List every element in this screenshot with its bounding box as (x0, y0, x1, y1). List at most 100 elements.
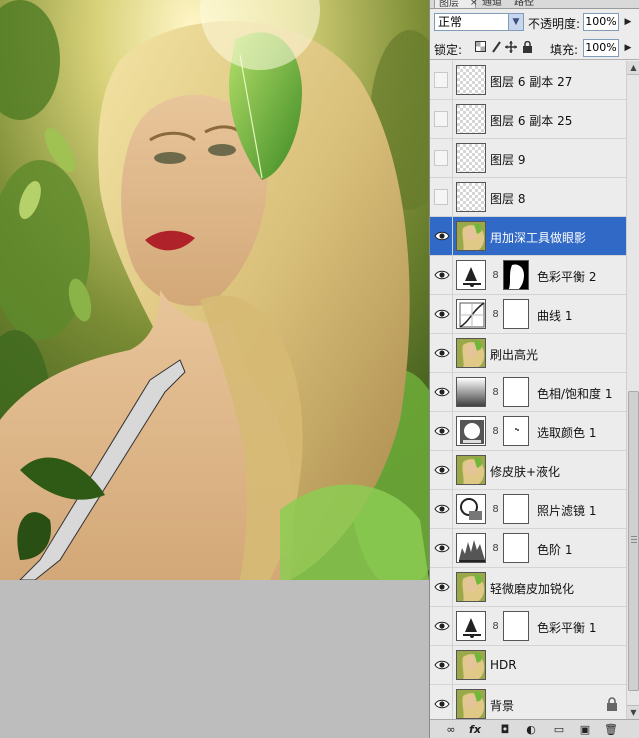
eye-icon[interactable] (433, 266, 451, 284)
layer-row[interactable]: 图层 6 副本 25 (430, 100, 626, 139)
eye-icon[interactable] (433, 500, 451, 518)
mask-link-chain-icon[interactable]: 8 (490, 386, 501, 399)
layer-name: 图层 8 (490, 192, 526, 206)
row-divider (452, 451, 453, 490)
layer-name: 色彩平衡 1 (537, 621, 597, 635)
layer-row[interactable]: 8 选取颜色 1 (430, 412, 626, 451)
layer-row[interactable]: 背景 (430, 685, 626, 719)
row-divider (452, 178, 453, 217)
new-layer-icon[interactable]: ▣ (576, 722, 594, 737)
layer-row[interactable]: 8 色相/饱和度 1 (430, 373, 626, 412)
lock-image-brush-icon[interactable] (490, 41, 502, 54)
row-divider (452, 373, 453, 412)
layer-row[interactable]: 8 照片滤镜 1 (430, 490, 626, 529)
layer-row[interactable]: 轻微磨皮加锐化 (430, 568, 626, 607)
trash-icon[interactable]: 🗑 (602, 722, 620, 737)
layer-style-fx-icon[interactable]: fx (466, 722, 484, 737)
levels-adjustment-icon (456, 533, 486, 563)
mask-link-chain-icon[interactable]: 8 (490, 503, 501, 516)
layer-row[interactable]: 图层 6 副本 27 (430, 61, 626, 100)
layer-row[interactable]: 刷出高光 (430, 334, 626, 373)
visibility-toggle-empty[interactable] (434, 150, 448, 166)
scroll-up-icon[interactable]: ▲ (627, 61, 639, 75)
lock-position-move-icon[interactable] (505, 41, 517, 54)
transparent-thumbnail (456, 182, 486, 212)
lock-transparency-icon[interactable] (474, 41, 486, 54)
layer-thumbnail (456, 572, 486, 602)
layer-row[interactable]: 8 色阶 1 (430, 529, 626, 568)
chevron-down-icon[interactable]: ▼ (508, 14, 523, 30)
layer-mask-thumbnail[interactable] (503, 260, 529, 290)
eye-icon[interactable] (433, 656, 451, 674)
document-canvas[interactable] (0, 0, 429, 738)
row-divider (452, 100, 453, 139)
fill-slider-arrow-icon[interactable]: ▶ (621, 40, 635, 56)
eye-icon[interactable] (433, 617, 451, 635)
layer-name: 色彩平衡 2 (537, 270, 597, 284)
layer-row[interactable]: 8 曲线 1 (430, 295, 626, 334)
layer-row[interactable]: 8 色彩平衡 1 (430, 607, 626, 646)
visibility-toggle-empty[interactable] (434, 189, 448, 205)
mask-link-chain-icon[interactable]: 8 (490, 269, 501, 282)
layer-name: 色相/饱和度 1 (537, 387, 613, 401)
layer-list-scrollbar[interactable]: ▲ ▼ (626, 61, 639, 719)
layer-mask-thumbnail[interactable] (503, 494, 529, 524)
mask-link-chain-icon[interactable]: 8 (490, 425, 501, 438)
row-divider (452, 334, 453, 373)
mask-link-chain-icon[interactable]: 8 (490, 620, 501, 633)
scroll-down-icon[interactable]: ▼ (627, 705, 639, 719)
opacity-slider-arrow-icon[interactable]: ▶ (621, 14, 635, 30)
eye-icon[interactable] (433, 227, 451, 245)
visibility-toggle-empty[interactable] (434, 72, 448, 88)
layer-thumbnail (456, 650, 486, 680)
tab-channels[interactable]: 通道 (478, 0, 508, 8)
layer-mask-thumbnail[interactable] (503, 611, 529, 641)
fill-input[interactable]: 100% (583, 39, 619, 57)
photo-filter-adjustment-icon (456, 494, 486, 524)
visibility-toggle-empty[interactable] (434, 111, 448, 127)
scroll-thumb[interactable] (628, 391, 639, 691)
adjustment-layer-icon[interactable]: ◐ (522, 722, 540, 737)
layer-row[interactable]: 8 色彩平衡 2 (430, 256, 626, 295)
transparent-thumbnail (456, 65, 486, 95)
layer-row[interactable]: 图层 8 (430, 178, 626, 217)
layer-mask-thumbnail[interactable] (503, 299, 529, 329)
layer-mask-thumbnail[interactable] (503, 533, 529, 563)
eye-icon[interactable] (433, 695, 451, 713)
row-divider (452, 529, 453, 568)
mask-link-chain-icon[interactable]: 8 (490, 308, 501, 321)
hue-saturation-adjustment-icon (456, 377, 486, 407)
row-divider (452, 607, 453, 646)
opacity-input[interactable]: 100% (583, 13, 619, 31)
eye-icon[interactable] (433, 305, 451, 323)
tab-paths[interactable]: 路径 (510, 0, 540, 8)
layer-thumbnail (456, 221, 486, 251)
layer-row[interactable]: HDR (430, 646, 626, 685)
eye-icon[interactable] (433, 461, 451, 479)
layer-row[interactable]: 图层 9 (430, 139, 626, 178)
new-group-folder-icon[interactable]: ▭ (550, 722, 568, 737)
layer-mask-thumbnail[interactable] (503, 377, 529, 407)
layer-row[interactable]: 用加深工具做眼影 (430, 217, 626, 256)
row-divider (452, 412, 453, 451)
row-divider (452, 217, 453, 256)
eye-icon[interactable] (433, 539, 451, 557)
blend-mode-select[interactable]: 正常 ▼ (434, 13, 524, 31)
mask-link-chain-icon[interactable]: 8 (490, 542, 501, 555)
eye-icon[interactable] (433, 344, 451, 362)
eye-icon[interactable] (433, 422, 451, 440)
eye-icon[interactable] (433, 578, 451, 596)
layer-name: HDR (490, 658, 517, 672)
add-mask-icon[interactable]: ◘ (496, 722, 514, 737)
row-divider (452, 61, 453, 100)
link-layers-icon[interactable]: ∞ (442, 722, 460, 737)
row-divider (452, 295, 453, 334)
layers-panel: 图层 × 通道 路径 正常 ▼ 不透明度: 100% ▶ 锁定: 填充: 100… (429, 0, 639, 738)
eye-icon[interactable] (433, 383, 451, 401)
layer-name: 照片滤镜 1 (537, 504, 597, 518)
lock-all-icon[interactable] (521, 40, 533, 54)
layer-row[interactable]: 修皮肤+液化 (430, 451, 626, 490)
layer-mask-thumbnail[interactable] (503, 416, 529, 446)
layer-name: 色阶 1 (537, 543, 573, 557)
transparent-thumbnail (456, 143, 486, 173)
